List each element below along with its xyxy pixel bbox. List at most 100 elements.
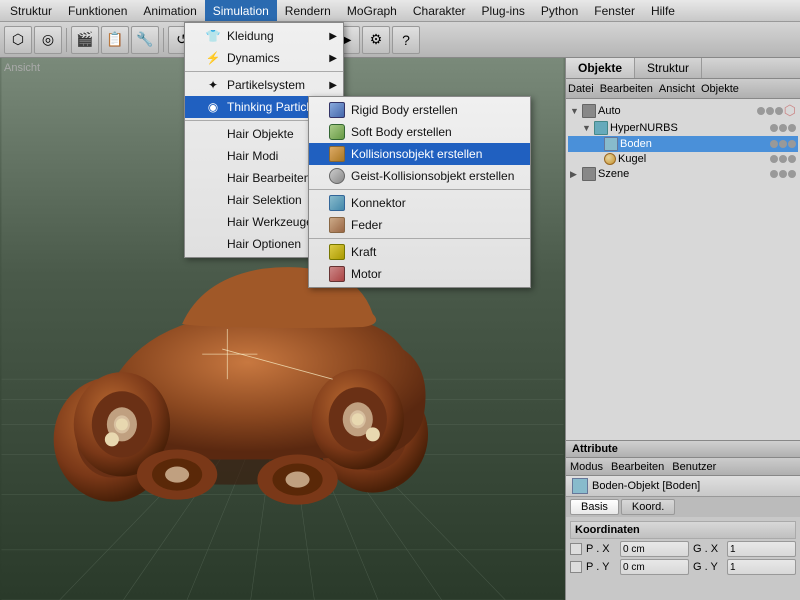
dot1 xyxy=(757,107,765,115)
attr-input-gy[interactable]: 1 xyxy=(727,559,796,575)
dd-konnektor[interactable]: Konnektor xyxy=(309,192,530,214)
dd-kleidung[interactable]: 👕 Kleidung ▶ xyxy=(185,25,343,47)
dd-feder[interactable]: Feder xyxy=(309,214,530,236)
obj-toolbar-bearbeiten[interactable]: Bearbeiten xyxy=(600,83,653,95)
dd-dynamics[interactable]: ⚡ Dynamics ▶ xyxy=(185,47,343,69)
menu-python[interactable]: Python xyxy=(533,0,586,21)
tree-item-boden[interactable]: Boden xyxy=(568,136,798,152)
kleidung-icon: 👕 xyxy=(205,28,221,44)
geist-icon xyxy=(329,168,345,184)
dd-kollision[interactable]: Kollisionsobjekt erstellen xyxy=(309,143,530,165)
dot1 xyxy=(770,140,778,148)
tab-struktur[interactable]: Struktur xyxy=(635,58,702,78)
motor-icon xyxy=(329,266,345,282)
dd-motor[interactable]: Motor xyxy=(309,263,530,285)
dd-feder-label: Feder xyxy=(351,218,382,232)
obj-toolbar-datei[interactable]: Datei xyxy=(568,83,594,95)
obj-toolbar-ansicht[interactable]: Ansicht xyxy=(659,83,695,95)
dd-geist-label: Geist-Kollisionsobjekt erstellen xyxy=(351,169,514,183)
hair-werkzeuge-icon xyxy=(205,214,221,230)
menu-charakter[interactable]: Charakter xyxy=(405,0,474,21)
dd-partikelsystem[interactable]: ✦ Partikelsystem ▶ xyxy=(185,74,343,96)
tree-item-auto[interactable]: ▼ Auto ⬡ xyxy=(568,101,798,120)
attr-input-gx[interactable]: 1 xyxy=(727,541,796,557)
obj-toolbar-objekte[interactable]: Objekte xyxy=(701,83,739,95)
tree-item-szene[interactable]: ▶ Szene xyxy=(568,166,798,182)
kleidung-arrow: ▶ xyxy=(329,31,337,42)
kollision-icon xyxy=(329,146,345,162)
menu-mograph[interactable]: MoGraph xyxy=(339,0,405,21)
menu-struktur[interactable]: Struktur xyxy=(2,0,60,21)
attr-check-px[interactable] xyxy=(570,543,582,555)
tree-icons-kugel xyxy=(770,155,796,163)
attr-toolbar-modus[interactable]: Modus xyxy=(570,461,603,473)
attr-label-gx: G . X xyxy=(693,543,723,555)
dot1 xyxy=(770,124,778,132)
menubar: Struktur Funktionen Animation Simulation… xyxy=(0,0,800,22)
dd-hair-bearbeiten-label: Hair Bearbeiten xyxy=(227,171,310,185)
tree-label-auto: Auto xyxy=(598,105,755,117)
tree-expand-nurbs: ▼ xyxy=(582,123,592,133)
attr-object-name: Boden-Objekt [Boden] xyxy=(566,476,800,497)
toolbar-btn-settings[interactable]: ⚙ xyxy=(362,26,390,54)
attr-row-px: P . X 0 cm G . X 1 xyxy=(570,541,796,557)
dot3 xyxy=(788,140,796,148)
toolbar-sep-2 xyxy=(163,28,164,52)
menu-rendern[interactable]: Rendern xyxy=(277,0,339,21)
dynamics-icon: ⚡ xyxy=(205,50,221,66)
toolbar-btn-4[interactable]: 📋 xyxy=(101,26,129,54)
attr-toolbar-benutzer[interactable]: Benutzer xyxy=(672,461,716,473)
attr-input-px[interactable]: 0 cm xyxy=(620,541,689,557)
feder-icon xyxy=(329,217,345,233)
tree-icon-boden xyxy=(604,137,618,151)
toolbar: ⬡ ◎ 🎬 📋 🔧 ↺ ↻ ✛ ↻ ⤡ ▶ ⚙ ? xyxy=(0,22,800,58)
tree-item-hypernurbs[interactable]: ▼ HyperNURBS xyxy=(568,120,798,136)
hair-modi-icon xyxy=(205,148,221,164)
tree-icon-szene xyxy=(582,167,596,181)
sub-sep1 xyxy=(309,189,530,190)
toolbar-btn-2[interactable]: ◎ xyxy=(34,26,62,54)
attr-input-py[interactable]: 0 cm xyxy=(620,559,689,575)
partikelsystem-icon: ✦ xyxy=(205,77,221,93)
attr-check-py[interactable] xyxy=(570,561,582,573)
dd-motor-label: Motor xyxy=(351,267,382,281)
dd-partikelsystem-label: Partikelsystem xyxy=(227,78,305,92)
dd-soft-body-label: Soft Body erstellen xyxy=(351,125,452,139)
attr-tab-basis[interactable]: Basis xyxy=(570,499,619,515)
attr-toolbar-bearbeiten[interactable]: Bearbeiten xyxy=(611,461,664,473)
menu-animation[interactable]: Animation xyxy=(135,0,204,21)
tree-expand-auto: ▼ xyxy=(570,106,580,116)
dot1 xyxy=(770,170,778,178)
toolbar-btn-3[interactable]: 🎬 xyxy=(71,26,99,54)
dot3 xyxy=(788,170,796,178)
menu-plugins[interactable]: Plug-ins xyxy=(474,0,533,21)
tree-label-kugel: Kugel xyxy=(618,153,768,165)
menu-simulation[interactable]: Simulation xyxy=(205,0,277,21)
menu-fenster[interactable]: Fenster xyxy=(586,0,643,21)
dd-soft-body[interactable]: Soft Body erstellen xyxy=(309,121,530,143)
dd-kollision-label: Kollisionsobjekt erstellen xyxy=(351,147,482,161)
toolbar-btn-5[interactable]: 🔧 xyxy=(131,26,159,54)
attr-tab-koord[interactable]: Koord. xyxy=(621,499,675,515)
tree-icons-nurbs xyxy=(770,124,796,132)
tree-icons-auto: ⬡ xyxy=(757,102,796,119)
tab-objekte[interactable]: Objekte xyxy=(566,58,635,78)
dot2 xyxy=(779,170,787,178)
dd-rigid-body[interactable]: Rigid Body erstellen xyxy=(309,99,530,121)
toolbar-btn-help[interactable]: ? xyxy=(392,26,420,54)
menu-hilfe[interactable]: Hilfe xyxy=(643,0,683,21)
tree-label-szene: Szene xyxy=(598,168,768,180)
dd-geist[interactable]: Geist-Kollisionsobjekt erstellen xyxy=(309,165,530,187)
tree-item-kugel[interactable]: Kugel xyxy=(568,152,798,166)
attr-section-koordinaten: Koordinaten xyxy=(570,521,796,539)
dd-rigid-body-label: Rigid Body erstellen xyxy=(351,103,458,117)
dot3 xyxy=(788,155,796,163)
dd-kleidung-label: Kleidung xyxy=(227,29,274,43)
attr-label-px: P . X xyxy=(586,543,616,555)
dot3 xyxy=(775,107,783,115)
attr-toolbar: Modus Bearbeiten Benutzer xyxy=(566,458,800,476)
attr-row-py: P . Y 0 cm G . Y 1 xyxy=(570,559,796,575)
toolbar-btn-1[interactable]: ⬡ xyxy=(4,26,32,54)
dd-kraft[interactable]: Kraft xyxy=(309,241,530,263)
menu-funktionen[interactable]: Funktionen xyxy=(60,0,135,21)
